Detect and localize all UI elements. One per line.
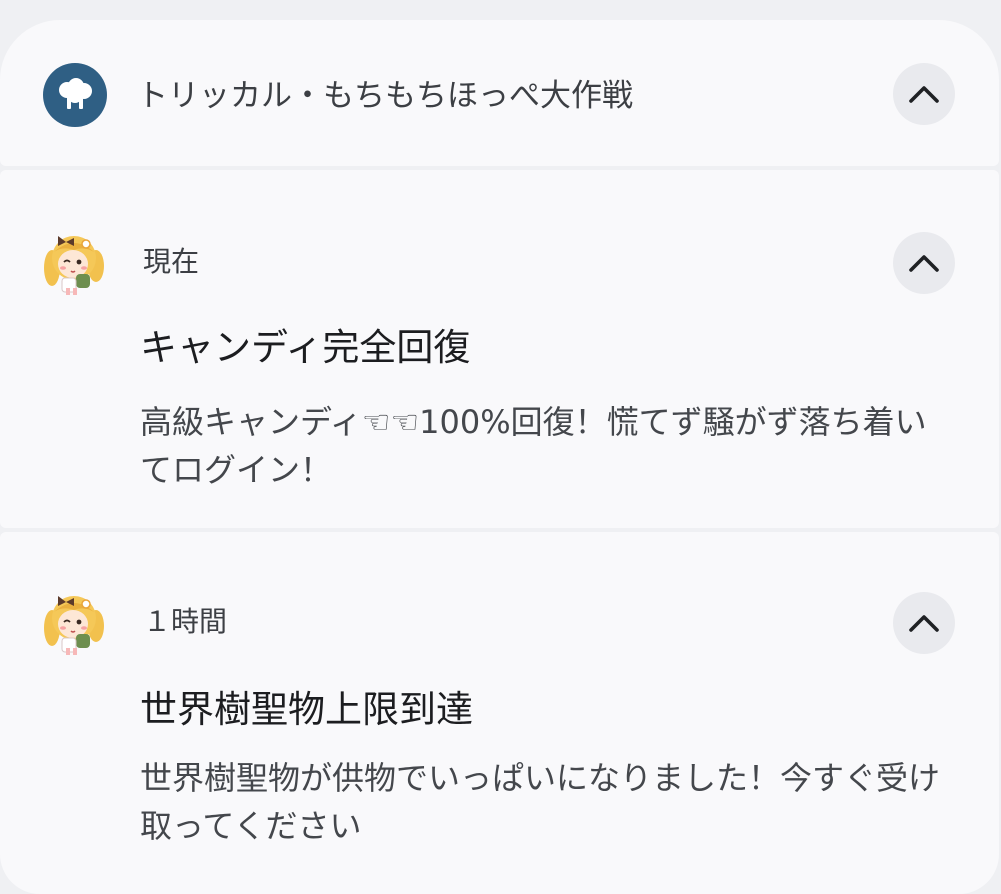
notification-time: １時間 bbox=[143, 605, 228, 638]
notification-title: キャンディ完全回復 bbox=[140, 326, 471, 369]
tree-logo-icon bbox=[43, 63, 107, 127]
chevron-up-icon bbox=[909, 255, 939, 272]
notification-title: 世界樹聖物上限到達 bbox=[140, 688, 473, 731]
collapse-group-button[interactable] bbox=[893, 63, 955, 125]
chevron-up-icon bbox=[909, 615, 939, 632]
notification-panel: トリッカル・もちもちほっぺ大作戦 現在 キャンディ完全回復 高級キャンディ☜☜1… bbox=[0, 20, 1001, 894]
app-name: トリッカル・もちもちほっぺ大作戦 bbox=[137, 78, 633, 114]
chevron-up-icon bbox=[909, 86, 939, 103]
app-group-header[interactable]: トリッカル・もちもちほっぺ大作戦 bbox=[0, 20, 999, 166]
notification-card[interactable]: 現在 キャンディ完全回復 高級キャンディ☜☜100%回復！慌てず騒がず落ち着いて… bbox=[0, 170, 999, 528]
character-avatar bbox=[40, 228, 108, 296]
notification-body: 高級キャンディ☜☜100%回復！慌てず騒がず落ち着いてログイン！ bbox=[140, 403, 927, 489]
notification-card[interactable]: １時間 世界樹聖物上限到達 世界樹聖物が供物でいっぱいになりました！今すぐ受け取… bbox=[0, 532, 999, 894]
collapse-notification-button[interactable] bbox=[893, 592, 955, 654]
notification-time: 現在 bbox=[143, 245, 200, 278]
notification-body: 世界樹聖物が供物でいっぱいになりました！今すぐ受け取ってください bbox=[140, 759, 941, 845]
collapse-notification-button[interactable] bbox=[893, 232, 955, 294]
character-avatar bbox=[40, 588, 108, 656]
